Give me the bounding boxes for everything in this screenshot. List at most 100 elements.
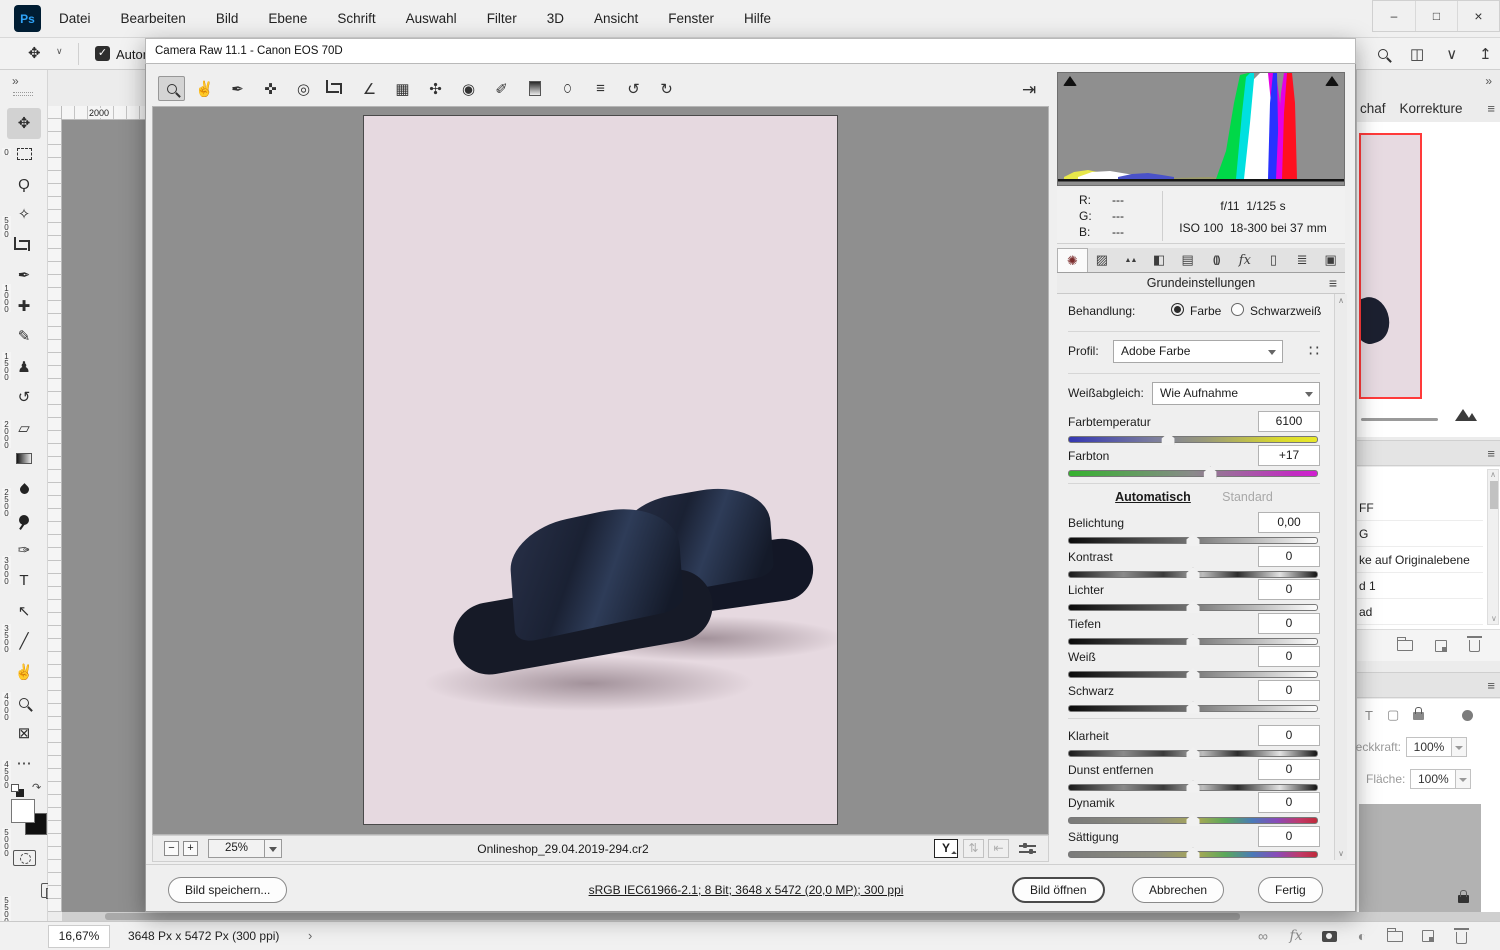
lock-type-icon[interactable]: T bbox=[1365, 708, 1373, 723]
rotate-left-button[interactable]: ↺ bbox=[620, 76, 647, 101]
farbe-radio[interactable] bbox=[1171, 303, 1184, 316]
crop-tool[interactable] bbox=[323, 76, 350, 101]
shadow-clip-icon[interactable] bbox=[1063, 76, 1077, 86]
line-tool[interactable]: ╱ bbox=[7, 627, 41, 658]
panel-menu-icon[interactable]: ≡ bbox=[1487, 678, 1495, 693]
swap-colors-icon[interactable]: ↷ bbox=[32, 781, 41, 794]
swap-settings-button[interactable]: ⇅ bbox=[963, 839, 984, 858]
color-sampler-tool[interactable]: ✜ bbox=[257, 76, 284, 101]
tool-chevron-icon[interactable]: ∨ bbox=[56, 46, 63, 57]
tab-vorgaben[interactable]: ≣ bbox=[1288, 248, 1317, 272]
trash-icon[interactable] bbox=[1469, 640, 1480, 652]
eraser-tool[interactable]: ▱ bbox=[7, 413, 41, 444]
quick-selection-tool[interactable]: ✧ bbox=[7, 200, 41, 231]
save-image-button[interactable]: Bild speichern... bbox=[168, 877, 287, 903]
slider-thumb[interactable] bbox=[1187, 601, 1200, 613]
foreground-color-swatch[interactable] bbox=[11, 799, 35, 823]
menu-item[interactable]: Filter bbox=[487, 11, 517, 26]
scroll-down-icon[interactable]: ∨ bbox=[1491, 614, 1497, 623]
profil-dropdown[interactable]: Adobe Farbe bbox=[1113, 340, 1283, 363]
flaeche-value[interactable]: 100% bbox=[1410, 769, 1456, 789]
zoom-mountain-small-icon[interactable] bbox=[1467, 413, 1477, 421]
tab-effekte[interactable]: fx bbox=[1231, 248, 1260, 272]
panel-menu-icon[interactable]: ≡ bbox=[1487, 101, 1495, 116]
panel-grip[interactable] bbox=[13, 92, 33, 96]
tab-details[interactable]: ▲▲ bbox=[1116, 248, 1145, 272]
slider-value-field[interactable]: 0 bbox=[1258, 759, 1320, 780]
search-icon[interactable] bbox=[1378, 49, 1388, 59]
slider-track[interactable] bbox=[1068, 671, 1318, 678]
tab-gradationskurve[interactable]: ▨ bbox=[1088, 248, 1117, 272]
standard-link[interactable]: Standard bbox=[1222, 490, 1273, 504]
transform-tool[interactable]: ▦ bbox=[389, 76, 416, 101]
slider-track[interactable] bbox=[1068, 571, 1318, 578]
slider-track[interactable] bbox=[1068, 436, 1318, 443]
slider-track[interactable] bbox=[1068, 470, 1318, 477]
cancel-button[interactable]: Abbrechen bbox=[1132, 877, 1224, 903]
graduated-filter-tool[interactable] bbox=[521, 76, 548, 101]
before-after-toggle[interactable]: Y bbox=[934, 839, 958, 858]
scroll-up-icon[interactable]: ∧ bbox=[1335, 296, 1347, 305]
layer-mask-icon[interactable] bbox=[1319, 927, 1339, 945]
slider-value-field[interactable]: 6100 bbox=[1258, 411, 1320, 432]
frame-tool[interactable]: ⊠ bbox=[7, 718, 41, 749]
menu-item[interactable]: Auswahl bbox=[406, 11, 457, 26]
tab-grundeinstellungen[interactable]: ✺ bbox=[1057, 248, 1088, 272]
tab-kamerakalibrierung[interactable]: ▯ bbox=[1259, 248, 1288, 272]
slider-value-field[interactable]: 0,00 bbox=[1258, 512, 1320, 533]
slider-thumb[interactable] bbox=[1187, 781, 1200, 793]
collapse-panel-icon[interactable]: » bbox=[12, 74, 19, 88]
status-chevron-icon[interactable]: › bbox=[308, 928, 312, 943]
tab-teiltonung[interactable]: ▤ bbox=[1173, 248, 1202, 272]
slider-thumb[interactable] bbox=[1187, 702, 1200, 714]
slider-thumb[interactable] bbox=[1187, 635, 1200, 647]
clone-stamp-tool[interactable]: ♟ bbox=[7, 352, 41, 383]
white-balance-tool[interactable]: ✒ bbox=[224, 76, 251, 101]
menu-item[interactable]: Datei bbox=[59, 11, 91, 26]
history-item[interactable]: G bbox=[1357, 521, 1483, 547]
move-tool[interactable]: ✥ bbox=[7, 108, 41, 139]
scrollbar-thumb[interactable] bbox=[105, 913, 1240, 920]
gradient-tool[interactable] bbox=[7, 444, 41, 475]
slider-track[interactable] bbox=[1068, 817, 1318, 824]
blur-tool[interactable] bbox=[7, 474, 41, 505]
profile-browser-icon[interactable]: ∷ bbox=[1309, 341, 1320, 361]
pen-tool[interactable]: ✑ bbox=[7, 535, 41, 566]
menu-item[interactable]: Hilfe bbox=[744, 11, 771, 26]
layer-lock-icon[interactable] bbox=[1458, 895, 1469, 903]
toggle-panel-icon[interactable]: ⇥ bbox=[1022, 80, 1036, 100]
zoom-level-field[interactable]: 16,67% bbox=[48, 925, 110, 948]
layer-filter-dot[interactable] bbox=[1462, 710, 1473, 721]
scroll-thumb[interactable] bbox=[1490, 481, 1498, 509]
deckkraft-chevron[interactable] bbox=[1452, 737, 1467, 757]
menu-item[interactable]: Bild bbox=[216, 11, 239, 26]
horizontal-scrollbar[interactable] bbox=[62, 912, 1500, 921]
slider-value-field[interactable]: 0 bbox=[1258, 579, 1320, 600]
scroll-up-icon[interactable]: ∧ bbox=[1488, 470, 1498, 479]
share-icon[interactable]: ↥ bbox=[1479, 45, 1492, 63]
preview-preferences-icon[interactable] bbox=[1019, 843, 1036, 855]
history-item[interactable]: ke auf Originalebene bbox=[1357, 547, 1483, 573]
history-item[interactable]: ad bbox=[1357, 599, 1483, 625]
schwarzweiss-label[interactable]: Schwarzweiß bbox=[1250, 304, 1321, 318]
rotate-right-button[interactable]: ↻ bbox=[653, 76, 680, 101]
dodge-tool[interactable] bbox=[7, 505, 41, 536]
edit-toolbar-icon[interactable]: ⋯ bbox=[7, 749, 41, 780]
navigator-zoom-slider[interactable] bbox=[1361, 418, 1438, 421]
slider-value-field[interactable]: 0 bbox=[1258, 646, 1320, 667]
type-tool[interactable]: T bbox=[7, 566, 41, 597]
slider-value-field[interactable]: 0 bbox=[1258, 546, 1320, 567]
workspace-icon[interactable]: ◫ bbox=[1410, 45, 1424, 63]
brush-tool[interactable]: ✎ bbox=[7, 322, 41, 353]
menu-item[interactable]: Ansicht bbox=[594, 11, 638, 26]
hand-tool[interactable]: ✌ bbox=[191, 76, 218, 101]
farbe-label[interactable]: Farbe bbox=[1190, 304, 1221, 318]
targeted-adjustment-tool[interactable]: ◎ bbox=[290, 76, 317, 101]
done-button[interactable]: Fertig bbox=[1258, 877, 1323, 903]
slider-track[interactable] bbox=[1068, 851, 1318, 858]
slider-thumb[interactable] bbox=[1187, 668, 1200, 680]
slider-track[interactable] bbox=[1068, 638, 1318, 645]
slider-thumb[interactable] bbox=[1187, 534, 1200, 546]
slider-track[interactable] bbox=[1068, 784, 1318, 791]
panel-menu-icon[interactable]: ≡ bbox=[1487, 446, 1495, 461]
